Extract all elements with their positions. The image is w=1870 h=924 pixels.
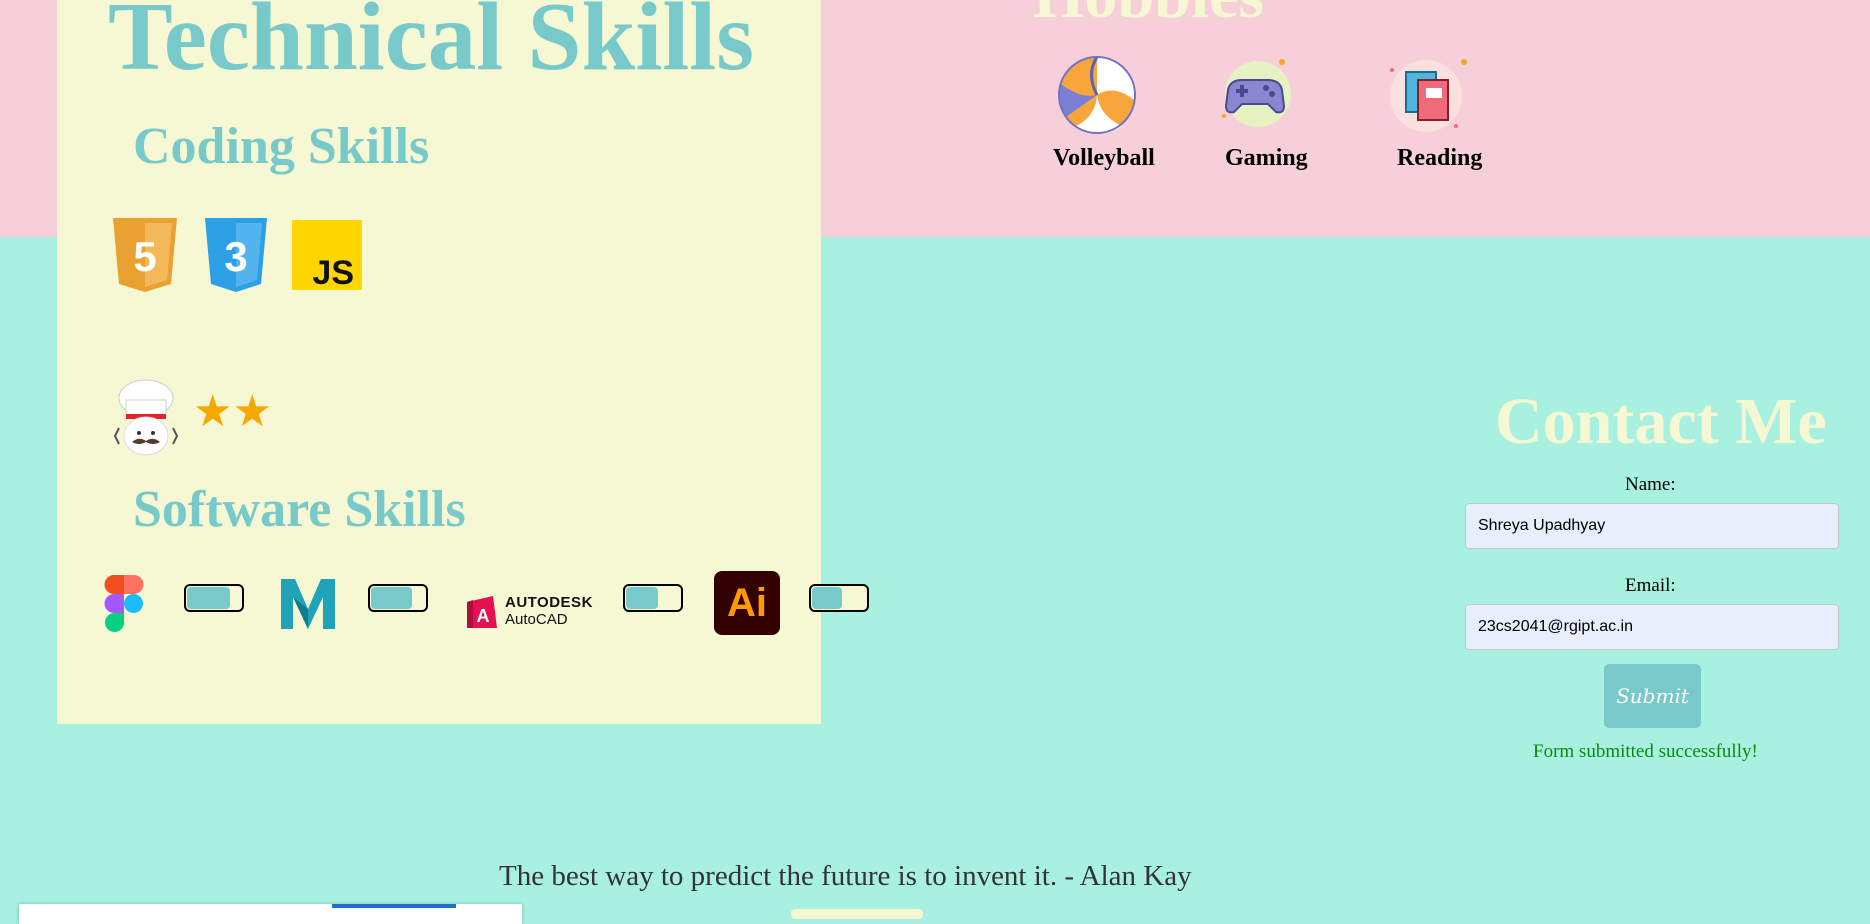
software-skills-title: Software Skills — [133, 481, 466, 538]
autocad-icon: A AUTODESK AutoCAD — [463, 594, 595, 630]
svg-text:A: A — [477, 606, 490, 626]
submit-button[interactable]: Submit — [1604, 664, 1701, 728]
skill-level-fill — [371, 587, 412, 609]
autocad-brand: AUTODESK — [505, 594, 593, 611]
quote-text: The best way to predict the future is to… — [499, 860, 1192, 892]
skill-level-fill — [626, 587, 658, 609]
gamepad-icon — [1216, 56, 1294, 134]
hobby-label-reading: Reading — [1397, 145, 1483, 171]
javascript-label: JS — [312, 254, 354, 290]
maya-icon — [281, 579, 335, 629]
figma-icon — [104, 575, 144, 632]
hobby-label-gaming: Gaming — [1225, 145, 1308, 171]
chef-icon — [113, 379, 179, 456]
skill-level-fill — [812, 587, 842, 609]
autocad-skill-level — [623, 584, 683, 612]
html5-label: 5 — [133, 233, 156, 280]
books-icon — [1386, 56, 1468, 136]
star-icon: ★ — [193, 386, 233, 437]
autocad-product: AutoCAD — [505, 611, 568, 628]
hobby-label-volleyball: Volleyball — [1053, 145, 1155, 171]
contact-me-title: Contact Me — [1495, 385, 1827, 458]
name-input[interactable] — [1465, 503, 1839, 549]
figma-skill-level — [184, 584, 244, 612]
css3-icon: 3 — [205, 218, 267, 292]
star-icon: ★ — [232, 386, 272, 437]
hobbies-title: Hobbies — [1033, 0, 1264, 33]
css3-label: 3 — [224, 233, 247, 280]
volleyball-icon — [1056, 54, 1138, 136]
email-input[interactable] — [1465, 604, 1839, 650]
javascript-icon: JS — [292, 220, 362, 290]
bottom-popup-bar — [332, 904, 456, 908]
maya-skill-level — [368, 584, 428, 612]
skill-level-fill — [187, 587, 230, 609]
technical-skills-title: Technical Skills — [108, 0, 754, 90]
rating-stars: ★★ — [193, 390, 272, 434]
illustrator-skill-level — [809, 584, 869, 612]
name-label: Name: — [1625, 474, 1676, 495]
illustrator-icon: Ai — [714, 571, 780, 635]
success-message: Form submitted successfully! — [1533, 741, 1758, 762]
email-label: Email: — [1625, 575, 1676, 596]
bottom-tab — [791, 909, 923, 919]
bottom-popup-card — [19, 904, 522, 924]
skills-panel — [57, 0, 821, 724]
coding-skills-title: Coding Skills — [133, 118, 430, 175]
html5-icon: 5 — [113, 218, 177, 292]
